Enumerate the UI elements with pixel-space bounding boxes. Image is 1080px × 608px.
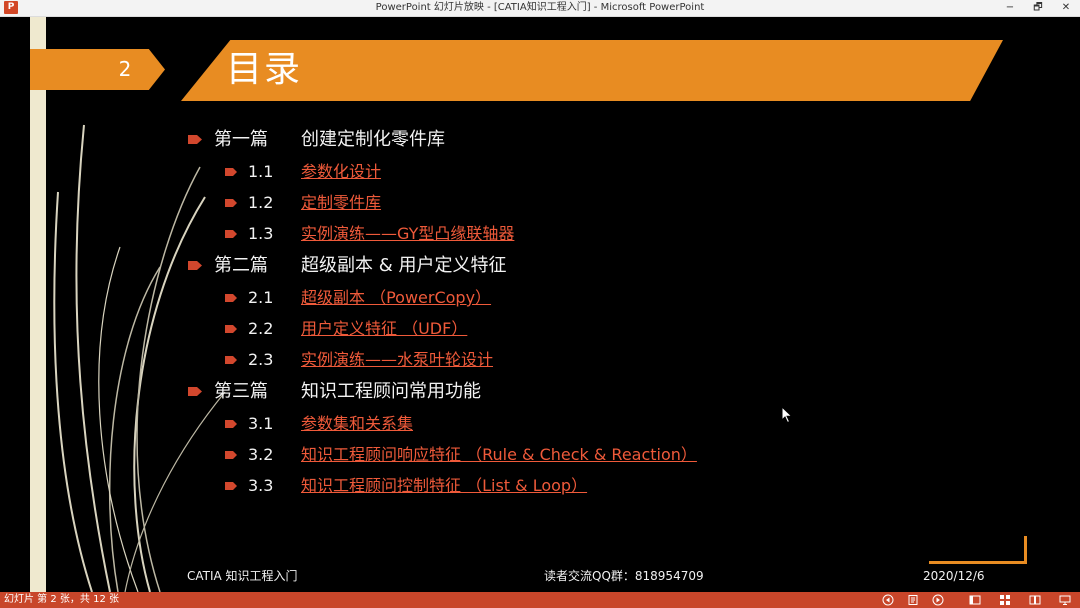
item-number: 1.1 — [248, 162, 274, 181]
toc-link-2-3[interactable]: 实例演练——水泵叶轮设计 — [301, 349, 493, 371]
slideshow-icon[interactable] — [1059, 594, 1071, 606]
item-number: 3.3 — [248, 476, 274, 495]
item-number: 1.3 — [248, 224, 274, 243]
arrow-bullet-icon — [188, 135, 202, 144]
toc-link-1-2[interactable]: 定制零件库 — [301, 192, 381, 214]
mouse-cursor-icon — [781, 406, 793, 424]
section-title: 知识工程顾问常用功能 — [301, 381, 481, 402]
slide-sorter-icon[interactable] — [999, 594, 1011, 606]
item-number: 1.2 — [248, 193, 274, 212]
section-number: 第二篇 — [214, 255, 268, 276]
close-button[interactable]: ✕ — [1052, 0, 1080, 16]
footer-course-name: CATIA 知识工程入门 — [187, 569, 298, 583]
footer-date: 2020/12/6 — [923, 569, 985, 583]
toc-link-3-3[interactable]: 知识工程顾问控制特征 （List & Loop） — [301, 475, 587, 497]
toc-link-2-1[interactable]: 超级副本 （PowerCopy） — [301, 287, 491, 309]
arrow-bullet-icon — [225, 230, 237, 238]
item-number: 2.2 — [248, 319, 274, 338]
arrow-bullet-icon — [225, 168, 237, 176]
window-title: PowerPoint 幻灯片放映 - [CATIA知识工程入门] - Micro… — [375, 2, 705, 13]
item-number: 2.3 — [248, 350, 274, 369]
section-title: 超级副本 & 用户定义特征 — [301, 255, 507, 276]
page-number-badge — [30, 49, 165, 90]
title-banner — [181, 40, 1003, 101]
arrow-bullet-icon — [225, 451, 237, 459]
item-number: 3.1 — [248, 414, 274, 433]
reading-view-icon[interactable] — [1029, 594, 1041, 606]
slide-counter: 幻灯片 第 2 张，共 12 张 — [4, 594, 119, 605]
arrow-bullet-icon — [188, 261, 202, 270]
corner-accent — [929, 536, 1027, 564]
slide-title: 目录 — [226, 49, 303, 90]
arrow-bullet-icon — [188, 387, 202, 396]
toc-link-3-2[interactable]: 知识工程顾问响应特征 （Rule & Check & Reaction） — [301, 444, 697, 466]
page-number: 2 — [118, 57, 132, 81]
notes-icon[interactable] — [907, 594, 919, 606]
section-title: 创建定制化零件库 — [301, 129, 445, 150]
arrow-bullet-icon — [225, 482, 237, 490]
item-number: 3.2 — [248, 445, 274, 464]
window-title-bar: P PowerPoint 幻灯片放映 - [CATIA知识工程入门] - Mic… — [0, 0, 1080, 17]
toc-link-1-1[interactable]: 参数化设计 — [301, 161, 381, 183]
item-number: 2.1 — [248, 288, 274, 307]
toc-link-1-3[interactable]: 实例演练——GY型凸缘联轴器 — [301, 223, 514, 245]
section-number: 第三篇 — [214, 381, 268, 402]
arrow-bullet-icon — [225, 199, 237, 207]
arrow-bullet-icon — [225, 294, 237, 302]
toc-link-3-1[interactable]: 参数集和关系集 — [301, 413, 413, 435]
normal-view-icon[interactable] — [969, 594, 981, 606]
slide-canvas[interactable]: 2 目录 第一篇 创建定制化零件库 1.1 参数化设计 1.2 定制零件库 1.… — [0, 17, 1080, 592]
previous-icon[interactable] — [882, 594, 894, 606]
section-number: 第一篇 — [214, 129, 268, 150]
restore-button[interactable]: 🗗 — [1024, 0, 1052, 16]
footer-qq-group: 读者交流QQ群：818954709 — [544, 569, 704, 583]
decorative-swoosh-lines — [53, 124, 226, 592]
minimize-button[interactable]: − — [996, 0, 1024, 16]
status-bar: 幻灯片 第 2 张，共 12 张 — [0, 592, 1080, 608]
toc-link-2-2[interactable]: 用户定义特征 （UDF） — [301, 318, 467, 340]
next-icon[interactable] — [932, 594, 944, 606]
arrow-bullet-icon — [225, 325, 237, 333]
arrow-bullet-icon — [225, 420, 237, 428]
arrow-bullet-icon — [225, 356, 237, 364]
